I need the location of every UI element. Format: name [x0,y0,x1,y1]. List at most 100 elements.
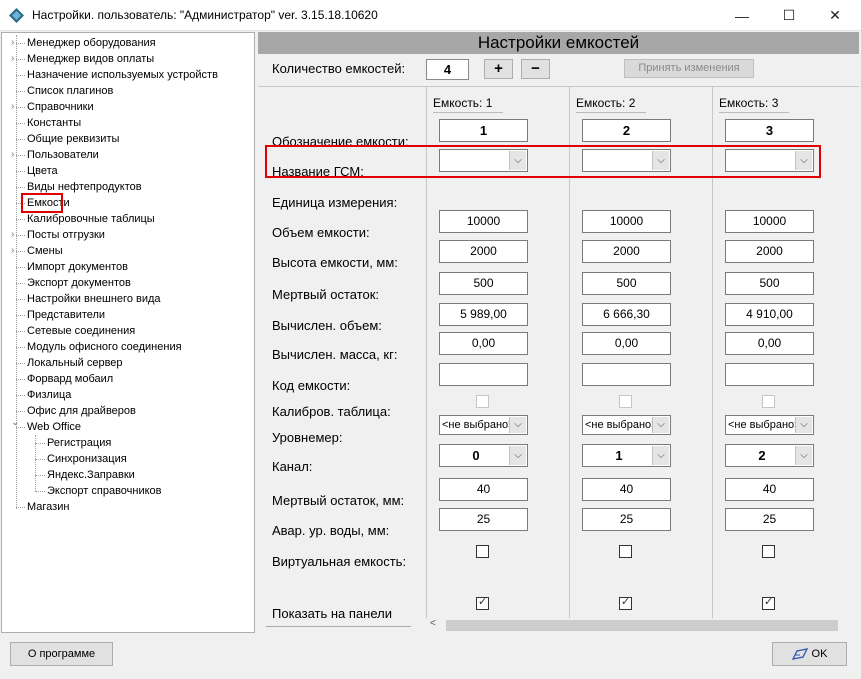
chevron-down-icon[interactable]: ⌵ [652,417,669,433]
calc-mass-input[interactable]: 0,00 [725,332,814,355]
tree-branch-line [35,435,36,491]
dead-rest-mm-input[interactable]: 40 [725,478,814,501]
tree-item[interactable]: Синхронизация [47,451,127,467]
row-label-show-panel: Показать на панели [272,606,392,621]
dead-rest-mm-input[interactable]: 40 [439,478,528,501]
show-on-panel-checkbox[interactable]: ✓ [476,596,489,610]
tank-header-underline [719,112,789,113]
tank-designation-input[interactable]: 1 [439,119,528,142]
remove-tank-button[interactable]: − [521,59,550,79]
minimize-button[interactable]: — [719,0,765,31]
tank-volume-input[interactable]: 10000 [725,210,814,233]
tree-item[interactable]: Сетевые соединения [27,323,135,339]
tank-code-input[interactable] [582,363,671,386]
tree-connector [16,171,25,172]
dead-rest-input[interactable]: 500 [439,272,528,295]
dead-rest-input[interactable]: 500 [582,272,671,295]
tree-item[interactable]: Форвард мобаил [27,371,113,387]
water-alarm-input[interactable]: 25 [725,508,814,531]
tank-height-input[interactable]: 2000 [439,240,528,263]
calc-volume-input[interactable]: 6 666,30 [582,303,671,326]
tree-item[interactable]: Посты отгрузки [27,227,105,243]
tree-item[interactable]: Пользователи [27,147,99,163]
row-label-channel: Канал: [272,459,313,474]
level-gauge-combo[interactable]: <не выбрано> ⌵ [725,415,814,435]
dead-rest-input[interactable]: 500 [725,272,814,295]
tree-item[interactable]: Менеджер оборудования [27,35,156,51]
add-tank-button[interactable]: + [484,59,513,79]
tank-height-input[interactable]: 2000 [582,240,671,263]
ok-button[interactable]: OK [772,642,847,666]
tree-item[interactable]: Настройки внешнего вида [27,291,161,307]
tank-code-input[interactable] [439,363,528,386]
tree-item[interactable]: Смены [27,243,63,259]
chevron-down-icon[interactable]: ⌵ [652,446,669,465]
tree-item[interactable]: Менеджер видов оплаты [27,51,154,67]
tree-item[interactable]: Справочники [27,99,94,115]
virtual-tank-checkbox[interactable] [762,545,775,558]
show-on-panel-checkbox[interactable]: ✓ [619,596,632,610]
tank-volume-input[interactable]: 10000 [582,210,671,233]
title-bar: Настройки. пользователь: "Администратор"… [0,0,861,31]
tank-height-input[interactable]: 2000 [725,240,814,263]
tree-item[interactable]: Модуль офисного соединения [27,339,182,355]
level-gauge-combo[interactable]: <не выбрано> ⌵ [582,415,671,435]
calc-mass-input[interactable]: 0,00 [582,332,671,355]
tree-item[interactable]: Экспорт документов [27,275,131,291]
tree-item[interactable]: Импорт документов [27,259,128,275]
row-label-calc-volume: Вычислен. объем: [272,318,382,333]
calc-volume-input[interactable]: 5 989,00 [439,303,528,326]
about-button[interactable]: О программе [10,642,113,666]
water-alarm-input[interactable]: 25 [582,508,671,531]
tree-item[interactable]: Магазин [27,499,69,515]
tank-volume-input[interactable]: 10000 [439,210,528,233]
tree-item[interactable]: Web Office [27,419,81,435]
tree-item[interactable]: Цвета [27,163,58,179]
calc-mass-input[interactable]: 0,00 [439,332,528,355]
dead-rest-mm-input[interactable]: 40 [582,478,671,501]
calc-volume-input[interactable]: 4 910,00 [725,303,814,326]
water-alarm-input[interactable]: 25 [439,508,528,531]
tank-count-label: Количество емкостей: [272,61,406,76]
virtual-tank-checkbox[interactable] [476,545,489,558]
tree-connector [16,139,25,140]
tree-connector [16,299,25,300]
tank-code-input[interactable] [725,363,814,386]
scrollbar-thumb[interactable] [446,620,838,631]
channel-combo[interactable]: 1 ⌵ [582,444,671,467]
horizontal-scrollbar[interactable]: < [426,618,859,633]
tree-item[interactable]: Общие реквизиты [27,131,119,147]
minimize-icon: — [735,7,749,24]
tree-item[interactable]: Яндекс.Заправки [47,467,135,483]
tank-designation-input[interactable]: 2 [582,119,671,142]
tree-item[interactable]: Регистрация [47,435,111,451]
tank-designation-input[interactable]: 3 [725,119,814,142]
chevron-down-icon[interactable]: ⌵ [795,417,812,433]
tree-item[interactable]: Локальный сервер [27,355,123,371]
fuel-name-highlight [265,145,821,178]
settings-tree[interactable]: Менеджер оборудования › Менеджер видов опл… [1,32,255,633]
apply-changes-button[interactable]: Принять изменения [624,59,754,78]
tree-item[interactable]: Представители [27,307,105,323]
level-gauge-combo[interactable]: <не выбрано> ⌵ [439,415,528,435]
tree-connector [16,267,25,268]
tank-header-underline [576,112,646,113]
calib-table-checkbox [619,395,632,408]
channel-combo[interactable]: 2 ⌵ [725,444,814,467]
chevron-down-icon[interactable]: ⌵ [509,446,526,465]
chevron-down-icon[interactable]: ⌵ [795,446,812,465]
maximize-button[interactable]: ☐ [766,0,812,31]
channel-combo[interactable]: 0 ⌵ [439,444,528,467]
tree-item[interactable]: Офис для драйверов [27,403,136,419]
tree-item[interactable]: Физлица [27,387,71,403]
tree-item[interactable]: Константы [27,115,81,131]
tree-item[interactable]: Назначение используемых устройств [27,67,218,83]
virtual-tank-checkbox[interactable] [619,545,632,558]
show-on-panel-checkbox[interactable]: ✓ [762,596,775,610]
close-button[interactable]: ✕ [812,0,858,31]
tree-item[interactable]: Список плагинов [27,83,113,99]
tree-item[interactable]: Калибровочные таблицы [27,211,155,227]
tree-item[interactable]: Экспорт справочников [47,483,162,499]
chevron-down-icon[interactable]: ⌵ [509,417,526,433]
scroll-left-icon[interactable]: < [430,618,436,629]
